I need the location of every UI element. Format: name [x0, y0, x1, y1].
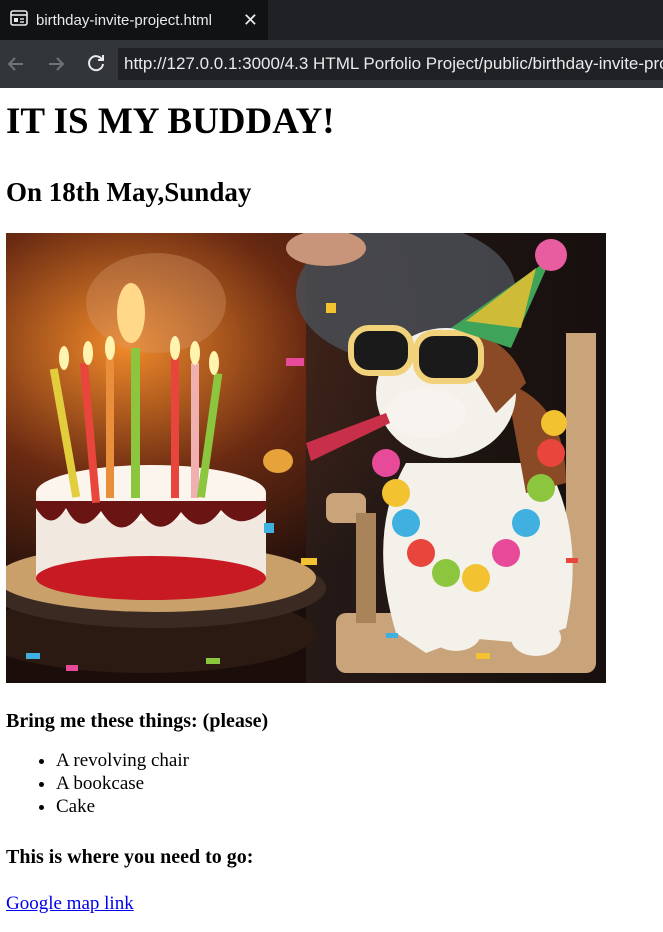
gift-list: A revolving chair A bookcase Cake [6, 749, 657, 818]
list-item: A revolving chair [56, 749, 657, 772]
reload-icon[interactable] [76, 40, 116, 88]
browser-tab[interactable]: birthday-invite-project.html ✕ [0, 0, 268, 40]
navigation-bar: http://127.0.0.1:3000/4.3 HTML Porfolio … [0, 40, 663, 88]
close-tab-icon[interactable]: ✕ [243, 9, 258, 31]
back-arrow-icon[interactable] [0, 40, 36, 88]
bring-heading: Bring me these things: (please) [6, 710, 269, 732]
list-item: A bookcase [56, 772, 657, 795]
page-heading: IT IS MY BUDDAY! [6, 101, 335, 142]
location-heading: This is where you need to go: [6, 846, 254, 868]
address-bar[interactable]: http://127.0.0.1:3000/4.3 HTML Porfolio … [118, 48, 663, 80]
tab-title: birthday-invite-project.html [36, 11, 212, 29]
page-content: IT IS MY BUDDAY! On 18th May,Sunday Brin… [0, 98, 663, 915]
tab-strip: birthday-invite-project.html ✕ [0, 0, 663, 40]
party-date: On 18th May,Sunday [6, 177, 252, 207]
list-item: Cake [56, 795, 657, 818]
page-icon [10, 9, 28, 31]
google-map-link[interactable]: Google map link [6, 893, 134, 915]
forward-arrow-icon[interactable] [36, 40, 76, 88]
birthday-dog-photo [6, 233, 606, 683]
